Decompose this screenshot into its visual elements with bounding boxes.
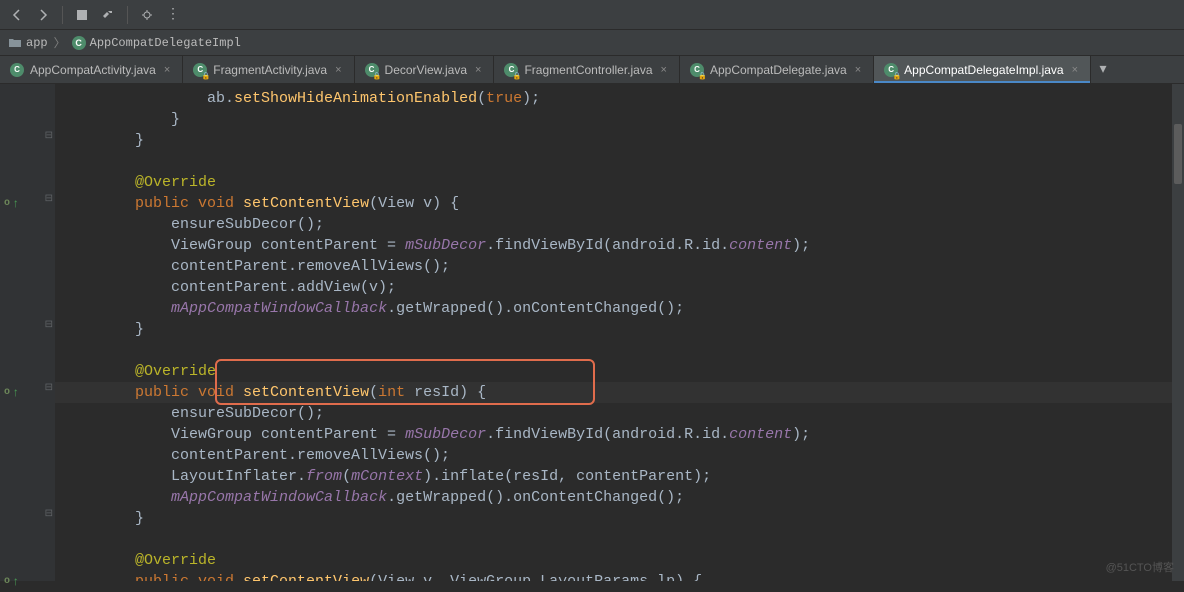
code-line[interactable]: ab.setShowHideAnimationEnabled(true); [55, 88, 1184, 109]
breadcrumb-app[interactable]: app [8, 36, 48, 50]
vertical-scrollbar[interactable] [1172, 84, 1184, 581]
tab-label: FragmentController.java [524, 63, 652, 77]
code-line[interactable]: ViewGroup contentParent = mSubDecor.find… [55, 424, 1184, 445]
code-line[interactable] [55, 340, 1184, 361]
code-line[interactable]: mAppCompatWindowCallback.getWrapped().on… [55, 487, 1184, 508]
code-line[interactable]: public void setContentView(View v) { [55, 193, 1184, 214]
fold-icon[interactable]: ⊟ [45, 508, 53, 520]
java-file-icon: C [365, 63, 379, 77]
code-line[interactable]: ensureSubDecor(); [55, 214, 1184, 235]
stop-icon[interactable] [71, 4, 93, 26]
tab-close-icon[interactable]: × [333, 64, 343, 76]
tab-appcompatdelegate-java[interactable]: C AppCompatDelegate.java × [680, 56, 874, 83]
code-line[interactable]: LayoutInflater.from(mContext).inflate(re… [55, 466, 1184, 487]
code-line[interactable]: ensureSubDecor(); [55, 403, 1184, 424]
code-line[interactable] [55, 151, 1184, 172]
toolbar-separator [62, 6, 63, 24]
tab-close-icon[interactable]: × [473, 64, 483, 76]
fold-icon[interactable]: ⊟ [45, 382, 53, 394]
breadcrumb-label: AppCompatDelegateImpl [90, 36, 241, 50]
code-line[interactable]: contentParent.removeAllViews(); [55, 445, 1184, 466]
java-file-icon: C [690, 63, 704, 77]
code-line[interactable]: @Override [55, 172, 1184, 193]
folder-icon [8, 36, 22, 50]
tab-appcompatdelegateimpl-java[interactable]: C AppCompatDelegateImpl.java × [874, 56, 1091, 83]
tab-label: AppCompatDelegate.java [710, 63, 847, 77]
gutter[interactable]: ⊟o↑⊟⊟o↑⊟⊟o↑ [0, 84, 55, 581]
tab-close-icon[interactable]: × [1070, 64, 1080, 76]
override-gutter-icon[interactable]: o↑ [0, 571, 55, 592]
code-line[interactable]: ViewGroup contentParent = mSubDecor.find… [55, 235, 1184, 256]
code-line[interactable]: mAppCompatWindowCallback.getWrapped().on… [55, 298, 1184, 319]
code-line[interactable]: } [55, 319, 1184, 340]
tab-label: FragmentActivity.java [213, 63, 327, 77]
tab-fragmentactivity-java[interactable]: C FragmentActivity.java × [183, 56, 354, 83]
tab-appcompatactivity-java[interactable]: C AppCompatActivity.java × [0, 56, 183, 83]
tab-label: DecorView.java [385, 63, 468, 77]
tab-label: AppCompatActivity.java [30, 63, 156, 77]
class-icon: C [72, 36, 86, 50]
overflow-icon[interactable]: ⋮ [162, 4, 184, 26]
code-line[interactable]: } [55, 130, 1184, 151]
code-line[interactable]: @Override [55, 361, 1184, 382]
nav-back-icon[interactable] [6, 4, 28, 26]
fold-icon[interactable]: ⊟ [45, 130, 53, 142]
editor-area: ⊟o↑⊟⊟o↑⊟⊟o↑ ab.setShowHideAnimationEnabl… [0, 84, 1184, 581]
java-file-icon: C [884, 63, 898, 77]
fold-icon[interactable]: ⊟ [45, 193, 53, 205]
code-line[interactable]: } [55, 508, 1184, 529]
breadcrumb-bar: app 〉 C AppCompatDelegateImpl [0, 30, 1184, 56]
tabs-overflow-icon[interactable]: ▾ [1091, 56, 1115, 83]
fold-icon[interactable]: ⊟ [45, 319, 53, 331]
tab-close-icon[interactable]: × [659, 64, 669, 76]
tab-close-icon[interactable]: × [162, 64, 172, 76]
code-line[interactable]: @Override [55, 550, 1184, 571]
code-line[interactable]: public void setContentView(int resId) { [55, 382, 1184, 403]
java-file-icon: C [504, 63, 518, 77]
tab-label: AppCompatDelegateImpl.java [904, 63, 1063, 77]
code-line[interactable] [55, 529, 1184, 550]
tab-decorview-java[interactable]: C DecorView.java × [355, 56, 495, 83]
java-file-icon: C [193, 63, 207, 77]
breadcrumb-label: app [26, 36, 48, 50]
breadcrumb-class[interactable]: C AppCompatDelegateImpl [72, 36, 241, 50]
code-view[interactable]: ab.setShowHideAnimationEnabled(true); } … [55, 84, 1184, 581]
scroll-thumb[interactable] [1174, 124, 1182, 184]
tab-fragmentcontroller-java[interactable]: C FragmentController.java × [494, 56, 680, 83]
tab-close-icon[interactable]: × [853, 64, 863, 76]
nav-forward-icon[interactable] [32, 4, 54, 26]
editor-tabs: C AppCompatActivity.java × C FragmentActivit… [0, 56, 1184, 84]
java-file-icon: C [10, 63, 24, 77]
wrench-icon[interactable] [136, 4, 158, 26]
code-line[interactable]: contentParent.addView(v); [55, 277, 1184, 298]
hammer-icon[interactable] [97, 4, 119, 26]
code-line[interactable]: contentParent.removeAllViews(); [55, 256, 1184, 277]
watermark: @51CTO博客 [1106, 559, 1174, 575]
breadcrumb-separator: 〉 [54, 34, 66, 51]
code-line[interactable]: } [55, 109, 1184, 130]
main-toolbar: ⋮ [0, 0, 1184, 30]
toolbar-separator [127, 6, 128, 24]
code-line[interactable]: public void setContentView(View v, ViewG… [55, 571, 1184, 581]
